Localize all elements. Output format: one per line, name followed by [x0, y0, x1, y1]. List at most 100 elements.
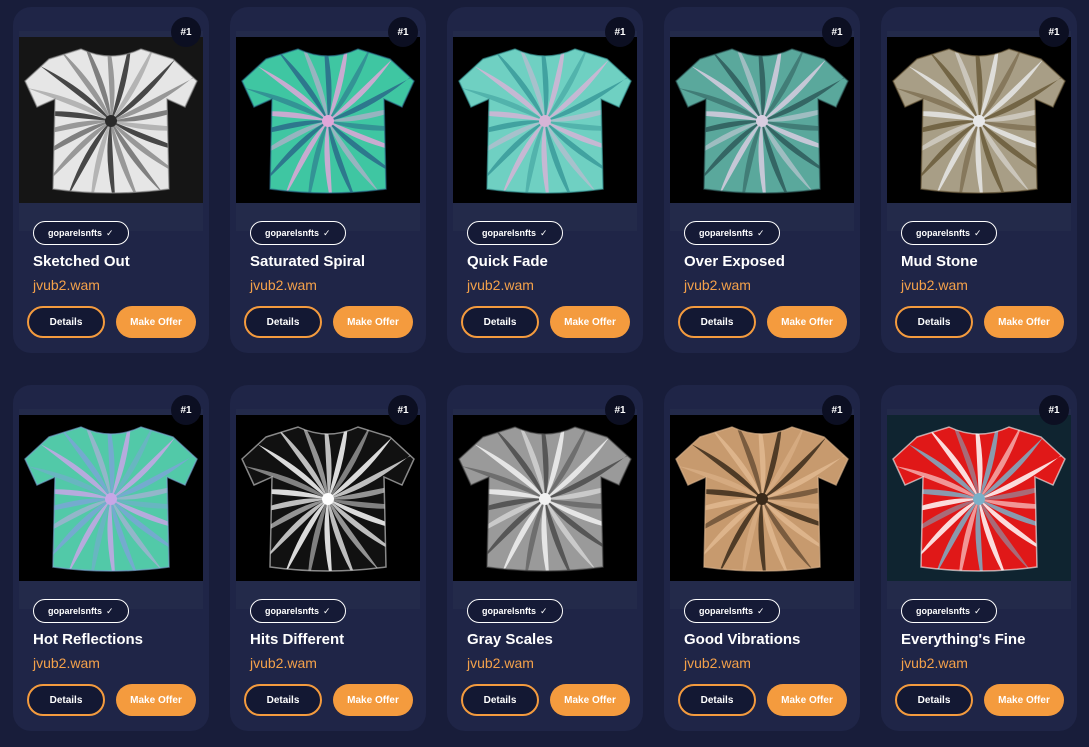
collection-name: goparelsnfts: [482, 606, 537, 616]
details-button[interactable]: Details: [678, 684, 756, 716]
make-offer-button[interactable]: Make Offer: [550, 684, 630, 716]
tshirt-image[interactable]: [19, 415, 203, 581]
rank-badge: #1: [605, 17, 635, 47]
tshirt-image[interactable]: [236, 415, 420, 581]
nft-title: Hits Different: [250, 631, 345, 648]
tshirt-image[interactable]: [887, 37, 1071, 203]
verified-check-icon: ✓: [540, 605, 548, 616]
rank-badge: #1: [388, 17, 418, 47]
make-offer-button[interactable]: Make Offer: [984, 306, 1064, 338]
collection-badge[interactable]: goparelsnfts ✓: [33, 221, 129, 245]
rank-badge: #1: [388, 395, 418, 425]
owner-account[interactable]: jvub2.wam: [684, 277, 751, 293]
owner-account[interactable]: jvub2.wam: [684, 655, 751, 671]
verified-check-icon: ✓: [974, 605, 982, 616]
nft-title: Saturated Spiral: [250, 253, 366, 270]
nft-title: Quick Fade: [467, 253, 548, 270]
verified-check-icon: ✓: [540, 227, 548, 238]
collection-badge[interactable]: goparelsnfts ✓: [901, 221, 997, 245]
details-button[interactable]: Details: [895, 684, 973, 716]
owner-account[interactable]: jvub2.wam: [901, 655, 968, 671]
verified-check-icon: ✓: [323, 605, 331, 616]
collection-name: goparelsnfts: [916, 228, 971, 238]
owner-account[interactable]: jvub2.wam: [467, 655, 534, 671]
collection-badge[interactable]: goparelsnfts ✓: [250, 599, 346, 623]
tshirt-image[interactable]: [670, 415, 854, 581]
owner-account[interactable]: jvub2.wam: [33, 277, 100, 293]
rank-badge: #1: [822, 395, 852, 425]
image-frame: [887, 409, 1071, 609]
image-frame: [236, 31, 420, 231]
collection-name: goparelsnfts: [699, 228, 754, 238]
verified-check-icon: ✓: [757, 227, 765, 238]
nft-title: Gray Scales: [467, 631, 553, 648]
owner-account[interactable]: jvub2.wam: [250, 277, 317, 293]
make-offer-button[interactable]: Make Offer: [333, 306, 413, 338]
nft-card[interactable]: #1 goparelsnfts ✓ Quick Fade jvub2.wam De…: [447, 7, 643, 353]
nft-title: Everything's Fine: [901, 631, 1026, 648]
nft-card[interactable]: #1 goparelsnfts ✓ Mud Stone jvub2.wam Det…: [881, 7, 1077, 353]
make-offer-button[interactable]: Make Offer: [767, 684, 847, 716]
collection-badge[interactable]: goparelsnfts ✓: [684, 599, 780, 623]
make-offer-button[interactable]: Make Offer: [116, 684, 196, 716]
owner-account[interactable]: jvub2.wam: [250, 655, 317, 671]
nft-title: Hot Reflections: [33, 631, 144, 648]
collection-name: goparelsnfts: [916, 606, 971, 616]
tshirt-image[interactable]: [19, 37, 203, 203]
tshirt-image[interactable]: [236, 37, 420, 203]
collection-name: goparelsnfts: [48, 228, 103, 238]
nft-card[interactable]: #1 goparelsnfts ✓ Saturated Spiral jvub2.…: [230, 7, 426, 353]
nft-title: Over Exposed: [684, 253, 785, 270]
rank-badge: #1: [1039, 17, 1069, 47]
image-frame: [19, 31, 203, 231]
nft-title: Good Vibrations: [684, 631, 801, 648]
rank-badge: #1: [171, 17, 201, 47]
collection-badge[interactable]: goparelsnfts ✓: [901, 599, 997, 623]
nft-card[interactable]: #1 goparelsnfts ✓ Hot Reflections jvub2.w…: [13, 385, 209, 731]
collection-name: goparelsnfts: [482, 228, 537, 238]
collection-name: goparelsnfts: [265, 606, 320, 616]
image-frame: [453, 31, 637, 231]
tshirt-image[interactable]: [453, 415, 637, 581]
nft-card[interactable]: #1 goparelsnfts ✓ Over Exposed jvub2.wam …: [664, 7, 860, 353]
collection-badge[interactable]: goparelsnfts ✓: [33, 599, 129, 623]
tshirt-image[interactable]: [670, 37, 854, 203]
details-button[interactable]: Details: [461, 306, 539, 338]
nft-card[interactable]: #1 goparelsnfts ✓ Hits Different jvub2.wa…: [230, 385, 426, 731]
details-button[interactable]: Details: [27, 684, 105, 716]
details-button[interactable]: Details: [678, 306, 756, 338]
details-button[interactable]: Details: [244, 306, 322, 338]
collection-name: goparelsnfts: [48, 606, 103, 616]
collection-badge[interactable]: goparelsnfts ✓: [467, 221, 563, 245]
nft-card[interactable]: #1 goparelsnfts ✓ Sketched Out jvub2.wam …: [13, 7, 209, 353]
nft-title: Sketched Out: [33, 253, 130, 270]
collection-badge[interactable]: goparelsnfts ✓: [467, 599, 563, 623]
rank-badge: #1: [1039, 395, 1069, 425]
image-frame: [236, 409, 420, 609]
nft-title: Mud Stone: [901, 253, 978, 270]
details-button[interactable]: Details: [244, 684, 322, 716]
tshirt-image[interactable]: [887, 415, 1071, 581]
tshirt-image[interactable]: [453, 37, 637, 203]
details-button[interactable]: Details: [27, 306, 105, 338]
owner-account[interactable]: jvub2.wam: [33, 655, 100, 671]
rank-badge: #1: [822, 17, 852, 47]
make-offer-button[interactable]: Make Offer: [984, 684, 1064, 716]
collection-badge[interactable]: goparelsnfts ✓: [250, 221, 346, 245]
owner-account[interactable]: jvub2.wam: [467, 277, 534, 293]
verified-check-icon: ✓: [106, 605, 114, 616]
nft-grid: #1 goparelsnfts ✓ Sketched Out jvub2.wam …: [13, 7, 1077, 731]
details-button[interactable]: Details: [895, 306, 973, 338]
collection-badge[interactable]: goparelsnfts ✓: [684, 221, 780, 245]
rank-badge: #1: [605, 395, 635, 425]
make-offer-button[interactable]: Make Offer: [333, 684, 413, 716]
owner-account[interactable]: jvub2.wam: [901, 277, 968, 293]
nft-card[interactable]: #1 goparelsnfts ✓ Good Vibrations jvub2.w…: [664, 385, 860, 731]
make-offer-button[interactable]: Make Offer: [116, 306, 196, 338]
details-button[interactable]: Details: [461, 684, 539, 716]
make-offer-button[interactable]: Make Offer: [767, 306, 847, 338]
image-frame: [670, 409, 854, 609]
make-offer-button[interactable]: Make Offer: [550, 306, 630, 338]
nft-card[interactable]: #1 goparelsnfts ✓ Gray Scales jvub2.wam D…: [447, 385, 643, 731]
nft-card[interactable]: #1 goparelsnfts ✓ Everything's Fine jvub2…: [881, 385, 1077, 731]
